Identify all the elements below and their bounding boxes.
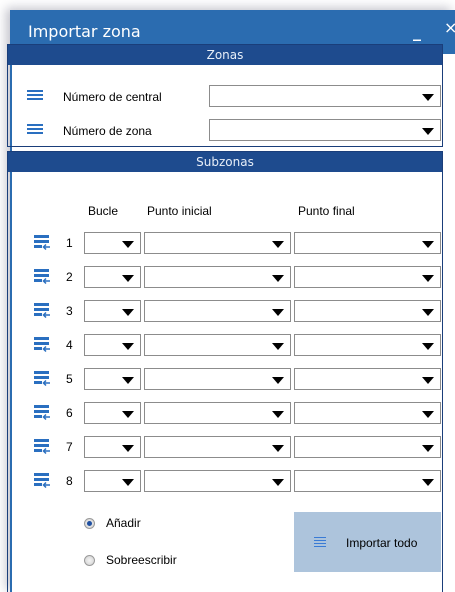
chevron-down-icon — [272, 411, 284, 418]
chevron-down-icon — [422, 128, 434, 135]
bucle-select[interactable] — [84, 266, 141, 288]
chevron-down-icon — [422, 343, 434, 350]
list-icon — [314, 537, 326, 551]
minimize-button[interactable]: _ — [413, 22, 421, 41]
final-point-select[interactable] — [294, 266, 441, 288]
final-point-column-header: Punto final — [298, 204, 355, 218]
sobreescribir-radio[interactable] — [84, 555, 95, 566]
final-point-select[interactable] — [294, 436, 441, 458]
chevron-down-icon — [122, 275, 134, 282]
bucle-select[interactable] — [84, 232, 141, 254]
chevron-down-icon — [422, 445, 434, 452]
bucle-select[interactable] — [84, 402, 141, 424]
zone-number-select[interactable] — [209, 119, 441, 141]
close-button[interactable]: × — [444, 18, 455, 37]
sobreescribir-label: Sobreescribir — [106, 553, 177, 567]
import-all-button[interactable]: Importar todo — [294, 512, 441, 572]
chevron-down-icon — [122, 445, 134, 452]
central-number-label: Número de central — [63, 90, 162, 104]
chevron-down-icon — [422, 377, 434, 384]
bucle-select[interactable] — [84, 300, 141, 322]
initial-point-select[interactable] — [144, 266, 291, 288]
central-number-select[interactable] — [209, 85, 441, 107]
subzonas-header: Subzonas — [8, 152, 442, 172]
zone-number-label: Número de zona — [63, 124, 152, 138]
chevron-down-icon — [422, 309, 434, 316]
anadir-radio[interactable] — [84, 518, 95, 529]
bucle-select[interactable] — [84, 470, 141, 492]
import-row-icon[interactable] — [33, 471, 51, 489]
list-icon — [27, 90, 43, 104]
initial-point-select[interactable] — [144, 436, 291, 458]
final-point-select[interactable] — [294, 300, 441, 322]
import-row-icon[interactable] — [33, 267, 51, 285]
window-title: Importar zona — [28, 22, 141, 41]
chevron-down-icon — [272, 275, 284, 282]
chevron-down-icon — [422, 241, 434, 248]
bucle-column-header: Bucle — [88, 204, 119, 218]
import-row-icon[interactable] — [33, 301, 51, 319]
import-row-icon[interactable] — [33, 437, 51, 455]
import-all-label: Importar todo — [346, 536, 418, 550]
chevron-down-icon — [122, 309, 134, 316]
row-number: 6 — [66, 406, 73, 420]
chevron-down-icon — [272, 445, 284, 452]
final-point-select[interactable] — [294, 402, 441, 424]
row-number: 1 — [66, 236, 73, 250]
bucle-select[interactable] — [84, 368, 141, 390]
chevron-down-icon — [122, 479, 134, 486]
initial-point-column-header: Punto inicial — [147, 204, 212, 218]
initial-point-select[interactable] — [144, 300, 291, 322]
row-number: 5 — [66, 372, 73, 386]
bucle-select[interactable] — [84, 436, 141, 458]
bucle-select[interactable] — [84, 334, 141, 356]
chevron-down-icon — [272, 479, 284, 486]
row-number: 8 — [66, 474, 73, 488]
row-number: 7 — [66, 440, 73, 454]
chevron-down-icon — [122, 377, 134, 384]
chevron-down-icon — [422, 411, 434, 418]
chevron-down-icon — [272, 241, 284, 248]
import-row-icon[interactable] — [33, 233, 51, 251]
import-row-icon[interactable] — [33, 369, 51, 387]
chevron-down-icon — [122, 241, 134, 248]
chevron-down-icon — [422, 275, 434, 282]
import-row-icon[interactable] — [33, 403, 51, 421]
chevron-down-icon — [272, 309, 284, 316]
final-point-select[interactable] — [294, 368, 441, 390]
import-row-icon[interactable] — [33, 335, 51, 353]
final-point-select[interactable] — [294, 232, 441, 254]
anadir-label: Añadir — [106, 516, 141, 530]
row-number: 2 — [66, 270, 73, 284]
initial-point-select[interactable] — [144, 334, 291, 356]
chevron-down-icon — [122, 343, 134, 350]
list-icon — [27, 124, 43, 138]
chevron-down-icon — [122, 411, 134, 418]
initial-point-select[interactable] — [144, 402, 291, 424]
final-point-select[interactable] — [294, 334, 441, 356]
final-point-select[interactable] — [294, 470, 441, 492]
row-number: 3 — [66, 304, 73, 318]
chevron-down-icon — [422, 479, 434, 486]
initial-point-select[interactable] — [144, 232, 291, 254]
chevron-down-icon — [272, 343, 284, 350]
zonas-header: Zonas — [8, 45, 442, 65]
initial-point-select[interactable] — [144, 368, 291, 390]
initial-point-select[interactable] — [144, 470, 291, 492]
row-number: 4 — [66, 338, 73, 352]
chevron-down-icon — [422, 94, 434, 101]
chevron-down-icon — [272, 377, 284, 384]
